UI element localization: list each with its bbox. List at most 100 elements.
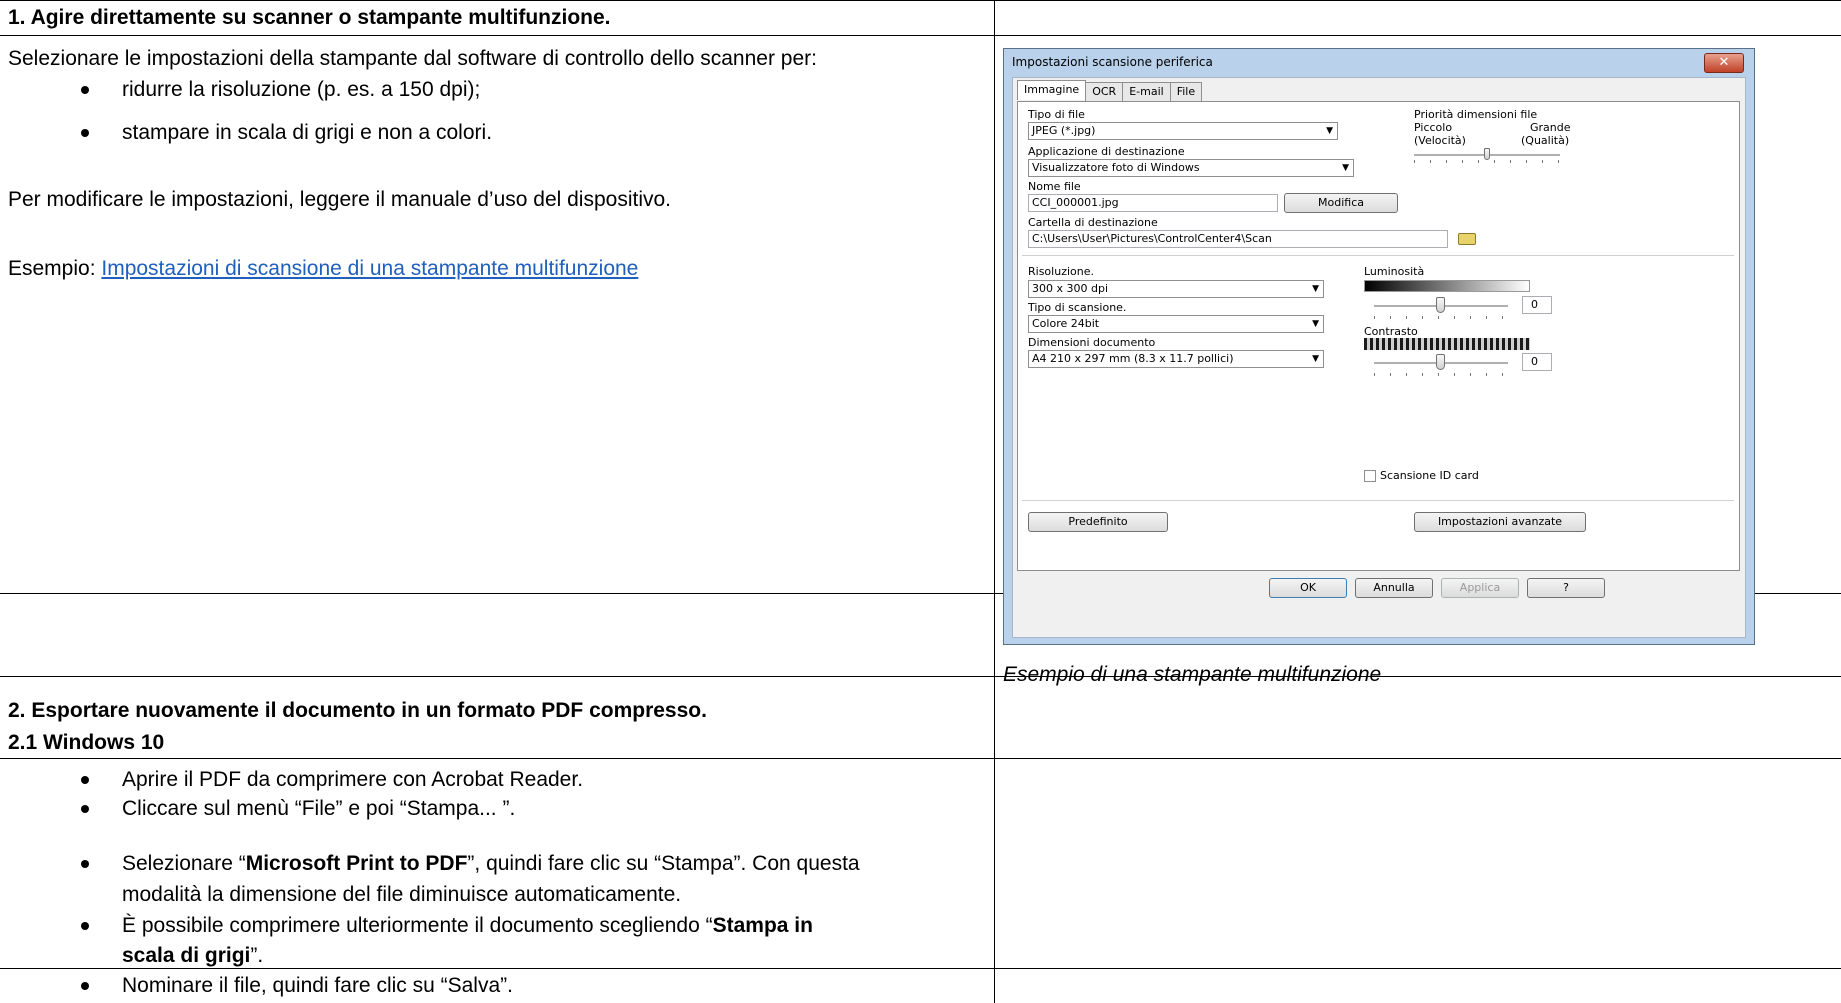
brightness-gradient bbox=[1364, 280, 1530, 292]
scan-type-value: Colore 24bit bbox=[1032, 317, 1100, 330]
step-select-printer-line2: modalità la dimensione del file diminuis… bbox=[122, 883, 682, 906]
step3-text-a: Selezionare “ bbox=[122, 852, 246, 875]
apply-button[interactable]: Applica bbox=[1441, 578, 1519, 598]
section-1-heading: 1. Agire direttamente su scanner o stamp… bbox=[8, 6, 611, 29]
example-link[interactable]: Impostazioni di scansione di una stampan… bbox=[101, 257, 638, 280]
bullet-icon bbox=[81, 982, 89, 990]
section-2-subheading: 2.1 Windows 10 bbox=[8, 731, 165, 754]
brightness-value-field[interactable]: 0 bbox=[1522, 296, 1552, 314]
resolution-label: Risoluzione. bbox=[1028, 265, 1094, 278]
contrast-pattern bbox=[1364, 338, 1530, 350]
image-tab-panel: Tipo di file JPEG (*.jpg) ▼ Priorità dim… bbox=[1017, 101, 1740, 571]
dialog-caption: Esempio di una stampante multifunzione bbox=[1003, 663, 1382, 686]
resolution-select[interactable]: 300 x 300 dpi ▼ bbox=[1028, 280, 1324, 298]
brightness-slider-thumb[interactable] bbox=[1436, 297, 1445, 313]
tab-immagine[interactable]: Immagine bbox=[1017, 80, 1087, 100]
step-grayscale-line2: scala di grigi”. bbox=[122, 941, 263, 971]
manual-note: Per modificare le impostazioni, leggere … bbox=[8, 188, 672, 211]
chevron-down-icon: ▼ bbox=[1312, 354, 1319, 364]
bullet-icon bbox=[81, 805, 89, 813]
file-name-label: Nome file bbox=[1028, 180, 1081, 193]
close-icon[interactable]: ✕ bbox=[1704, 53, 1744, 73]
ok-button[interactable]: OK bbox=[1269, 578, 1347, 598]
scan-type-select[interactable]: Colore 24bit ▼ bbox=[1028, 315, 1324, 333]
step4-bold-a: Stampa in bbox=[712, 914, 813, 937]
step-open-pdf: Aprire il PDF da comprimere con Acrobat … bbox=[122, 768, 584, 791]
dest-app-select[interactable]: Visualizzatore foto di Windows ▼ bbox=[1028, 159, 1354, 177]
brightness-label: Luminosità bbox=[1364, 265, 1425, 278]
file-type-label: Tipo di file bbox=[1028, 108, 1085, 121]
dialog-title: Impostazioni scansione periferica bbox=[1012, 55, 1213, 69]
step4-text-c: ”. bbox=[250, 944, 264, 967]
cancel-button[interactable]: Annulla bbox=[1355, 578, 1433, 598]
step-grayscale: È possibile comprimere ulteriormente il … bbox=[122, 911, 813, 941]
bullet-icon bbox=[81, 922, 89, 930]
section-2-heading: 2. Esportare nuovamente il documento in … bbox=[8, 699, 707, 722]
panel-separator bbox=[1022, 500, 1734, 501]
modify-button[interactable]: Modifica bbox=[1284, 193, 1398, 213]
priority-label: Priorità dimensioni file bbox=[1414, 108, 1538, 121]
bullet-icon bbox=[81, 860, 89, 868]
priority-slider-thumb[interactable] bbox=[1484, 148, 1490, 160]
dest-folder-field[interactable]: C:\Users\User\Pictures\ControlCenter4\Sc… bbox=[1028, 230, 1448, 248]
table-row-divider bbox=[0, 968, 1841, 969]
bullet-icon bbox=[81, 86, 89, 94]
tab-ocr[interactable]: OCR bbox=[1085, 82, 1124, 102]
folder-icon[interactable] bbox=[1458, 233, 1476, 245]
bullet-reduce-resolution: ridurre la risoluzione (p. es. a 150 dpi… bbox=[122, 78, 481, 101]
priority-small-label: Piccolo bbox=[1414, 121, 1453, 134]
doc-size-label: Dimensioni documento bbox=[1028, 336, 1156, 349]
contrast-slider-ticks bbox=[1374, 373, 1508, 376]
chevron-down-icon: ▼ bbox=[1312, 319, 1319, 329]
bullet-icon bbox=[81, 776, 89, 784]
step4-bold-b: scala di grigi bbox=[122, 944, 251, 967]
file-type-value: JPEG (*.jpg) bbox=[1032, 124, 1096, 137]
contrast-label: Contrasto bbox=[1364, 325, 1418, 338]
chevron-down-icon: ▼ bbox=[1312, 284, 1319, 294]
example-prefix: Esempio: bbox=[8, 257, 102, 280]
table-border-top bbox=[0, 0, 1841, 1]
step3-printer-name: Microsoft Print to PDF bbox=[245, 852, 468, 875]
table-row-divider bbox=[0, 676, 1841, 677]
brightness-slider-ticks bbox=[1374, 316, 1508, 319]
id-card-checkbox[interactable] bbox=[1364, 470, 1376, 482]
dialog-body: Immagine OCR E-mail File Tipo di file JP… bbox=[1012, 77, 1746, 638]
section-1-intro: Selezionare le impostazioni della stampa… bbox=[8, 47, 817, 70]
step-file-print: Cliccare sul menù “File” e poi “Stampa..… bbox=[122, 797, 516, 820]
advanced-settings-button[interactable]: Impostazioni avanzate bbox=[1414, 512, 1586, 532]
scan-type-label: Tipo di scansione. bbox=[1028, 301, 1127, 314]
panel-separator bbox=[1022, 255, 1734, 256]
priority-large-label: Grande bbox=[1530, 121, 1571, 134]
default-button[interactable]: Predefinito bbox=[1028, 512, 1168, 532]
doc-size-value: A4 210 x 297 mm (8.3 x 11.7 pollici) bbox=[1032, 352, 1234, 365]
chevron-down-icon: ▼ bbox=[1326, 126, 1333, 136]
priority-large-sub: (Qualità) bbox=[1521, 134, 1570, 147]
help-button[interactable]: ? bbox=[1527, 578, 1605, 598]
bullet-icon bbox=[81, 129, 89, 137]
file-name-field[interactable]: CCI_000001.jpg bbox=[1028, 194, 1278, 212]
dest-app-label: Applicazione di destinazione bbox=[1028, 145, 1185, 158]
tab-file[interactable]: File bbox=[1169, 82, 1203, 102]
table-row-divider bbox=[0, 758, 1841, 759]
dest-app-value: Visualizzatore foto di Windows bbox=[1032, 161, 1200, 174]
priority-small-sub: (Velocità) bbox=[1414, 134, 1466, 147]
table-column-divider bbox=[994, 0, 995, 1003]
step-select-printer: Selezionare “Microsoft Print to PDF”, qu… bbox=[122, 849, 860, 879]
table-row-divider bbox=[0, 35, 1841, 36]
chevron-down-icon: ▼ bbox=[1342, 163, 1349, 173]
step3-text-c: ”, quindi fare clic su “Stampa”. Con que… bbox=[467, 852, 860, 875]
id-card-label: Scansione ID card bbox=[1380, 469, 1479, 482]
bullet-grayscale: stampare in scala di grigi e non a color… bbox=[122, 121, 493, 144]
priority-slider-ticks bbox=[1414, 160, 1560, 163]
contrast-value-field[interactable]: 0 bbox=[1522, 353, 1552, 371]
dialog-tabs: Immagine OCR E-mail File bbox=[1017, 80, 1203, 102]
step-save-file: Nominare il file, quindi fare clic su “S… bbox=[122, 974, 513, 997]
contrast-slider-thumb[interactable] bbox=[1436, 354, 1445, 370]
scan-settings-dialog: Impostazioni scansione periferica ✕ Imma… bbox=[1003, 48, 1755, 645]
tab-email[interactable]: E-mail bbox=[1122, 82, 1171, 102]
dest-folder-label: Cartella di destinazione bbox=[1028, 216, 1158, 229]
resolution-value: 300 x 300 dpi bbox=[1032, 282, 1109, 295]
doc-size-select[interactable]: A4 210 x 297 mm (8.3 x 11.7 pollici) ▼ bbox=[1028, 350, 1324, 368]
document-page: 1. Agire direttamente su scanner o stamp… bbox=[0, 0, 1841, 1003]
file-type-select[interactable]: JPEG (*.jpg) ▼ bbox=[1028, 122, 1338, 140]
